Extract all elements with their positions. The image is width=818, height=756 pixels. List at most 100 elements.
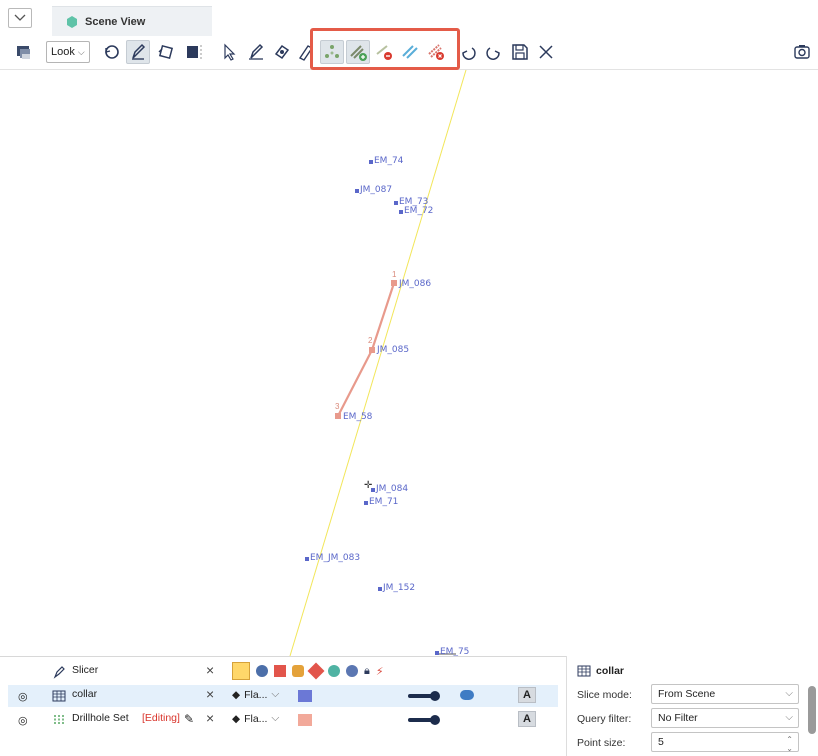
redo-icon <box>486 47 500 60</box>
eye-icon[interactable]: ◎ <box>18 714 28 727</box>
edit-line-icon <box>274 44 290 60</box>
table-grid-icon <box>577 665 591 677</box>
wand-icon[interactable]: ⚡︎ <box>376 665 384 678</box>
close-icon <box>539 45 553 59</box>
close-edit-button[interactable] <box>534 40 558 64</box>
point-label[interactable]: EM_58 <box>343 412 372 422</box>
remove-object-button[interactable]: × <box>206 686 214 702</box>
slice-mode-label: Slice mode: <box>577 689 632 701</box>
point-label[interactable]: JM_085 <box>377 345 409 355</box>
point-label[interactable]: JM_086 <box>399 279 431 289</box>
collapse-button[interactable] <box>8 8 32 28</box>
object-name: Slicer <box>72 664 99 676</box>
path-vertex <box>335 413 341 419</box>
point-label[interactable]: EM_71 <box>369 497 398 507</box>
path-index: 1 <box>392 270 397 279</box>
point-label[interactable]: JM_152 <box>383 583 415 593</box>
cube-red-icon[interactable] <box>274 665 286 677</box>
gem-red-icon[interactable] <box>307 662 325 680</box>
screenshot-button[interactable] <box>790 40 814 64</box>
editing-badge: [Editing] <box>142 712 180 724</box>
point-label[interactable]: JM_084 <box>376 484 408 494</box>
point-marker <box>355 189 359 193</box>
save-button[interactable] <box>508 40 532 64</box>
highlight-box <box>310 28 460 70</box>
lock-icon[interactable]: 🔒︎ <box>364 665 370 678</box>
object-row-collar[interactable]: ◎ collar × ◆ Fla... ⌵ A <box>8 685 558 707</box>
properties-header: collar <box>577 664 624 678</box>
point-label[interactable]: EM_75 <box>440 647 469 656</box>
disc-icon[interactable] <box>346 665 358 677</box>
slicer-pen-icon <box>53 666 65 679</box>
fill-mode-select[interactable]: ◆ Fla... ⌵ <box>232 688 279 701</box>
reset-slicer-button[interactable] <box>154 40 178 64</box>
reset-slicer-icon <box>158 44 174 60</box>
point-label[interactable]: JM_087 <box>360 185 392 195</box>
eye-icon[interactable]: ◎ <box>18 690 28 703</box>
query-filter-select[interactable]: No Filter ⌵ <box>651 708 799 728</box>
slicer-pen-button[interactable] <box>126 40 150 64</box>
point-marker <box>394 201 398 205</box>
chevron-down-icon <box>14 14 26 21</box>
slice-mode-value: From Scene <box>658 688 716 700</box>
point-size-stepper[interactable]: 5 ⌃ ⌄ <box>651 732 799 753</box>
label-toggle-button[interactable]: A <box>518 687 536 703</box>
chevron-down-icon: ⌵ <box>271 688 280 700</box>
color-swatch[interactable] <box>298 714 312 726</box>
slice-mode-select[interactable]: From Scene ⌵ <box>651 684 799 704</box>
point-marker <box>369 160 373 164</box>
draw-line-button[interactable] <box>244 40 268 64</box>
point-marker <box>305 557 309 561</box>
object-row-drillhole-set[interactable]: ◎ Drillhole Set [Editing] ✎ × ◆ Fla... ⌵… <box>8 709 558 731</box>
sphere-blue-icon[interactable] <box>256 665 268 677</box>
opacity-slider[interactable] <box>408 691 440 701</box>
point-marker <box>399 210 403 214</box>
edit-pen-icon[interactable]: ✎ <box>184 712 194 726</box>
properties-panel: collar Slice mode: From Scene ⌵ Query fi… <box>566 656 818 756</box>
dodecahedron-icon[interactable] <box>292 665 304 677</box>
stepper-arrows-icon[interactable]: ⌃ ⌄ <box>786 735 793 753</box>
point-marker <box>371 488 375 492</box>
remove-object-button[interactable]: × <box>206 710 214 726</box>
scene-hexagon-icon <box>67 15 77 28</box>
query-filter-value: No Filter <box>658 712 698 724</box>
box-select-button[interactable] <box>182 40 206 64</box>
point-size-label: Point size: <box>577 737 626 749</box>
point-label[interactable]: EM_74 <box>374 156 403 166</box>
pointer-icon <box>224 43 236 61</box>
toggle-icon[interactable] <box>460 690 474 700</box>
fill-mode-select[interactable]: ◆ Fla... ⌵ <box>232 712 279 725</box>
point-label[interactable]: EM_JM_083 <box>310 553 360 563</box>
remove-layers-icon <box>17 46 30 59</box>
remove-object-button[interactable]: × <box>206 662 214 678</box>
label-toggle-button[interactable]: A <box>518 711 536 727</box>
remove-layers-button[interactable] <box>12 40 36 64</box>
chevron-down-icon: ⌵ <box>785 712 793 723</box>
redo-button[interactable] <box>482 40 506 64</box>
cube-yellow-icon[interactable] <box>232 662 250 680</box>
point-label[interactable]: EM_72 <box>404 206 433 216</box>
point-marker <box>378 587 382 591</box>
undo-icon <box>462 47 476 60</box>
rotate-button[interactable] <box>100 40 124 64</box>
draw-line-icon <box>249 43 264 60</box>
properties-title: collar <box>596 665 625 677</box>
drillhole-icon <box>54 715 64 725</box>
object-row-slicer[interactable]: Slicer × 🔒︎ ⚡︎ <box>8 661 558 683</box>
tab-scene-view[interactable]: Scene View <box>52 6 212 36</box>
pointer-button[interactable] <box>218 40 242 64</box>
properties-scrollbar[interactable] <box>808 686 816 734</box>
tab-label: Scene View <box>85 15 146 28</box>
edit-line-button[interactable] <box>270 40 294 64</box>
point-size-value: 5 <box>658 736 664 748</box>
point-marker <box>435 651 439 655</box>
scene-viewport[interactable]: 1 2 3 EM_74 JM_087 EM_73 EM_72 JM_086 JM… <box>8 70 818 656</box>
screenshot-icon <box>794 45 810 59</box>
rotate-icon <box>105 45 119 59</box>
color-swatch[interactable] <box>298 690 312 702</box>
path-index: 2 <box>368 336 373 345</box>
hex-teal-icon[interactable] <box>328 665 340 677</box>
look-select[interactable]: Look ⌵ <box>46 41 90 63</box>
path-vertex <box>391 280 397 286</box>
opacity-slider[interactable] <box>408 715 440 725</box>
